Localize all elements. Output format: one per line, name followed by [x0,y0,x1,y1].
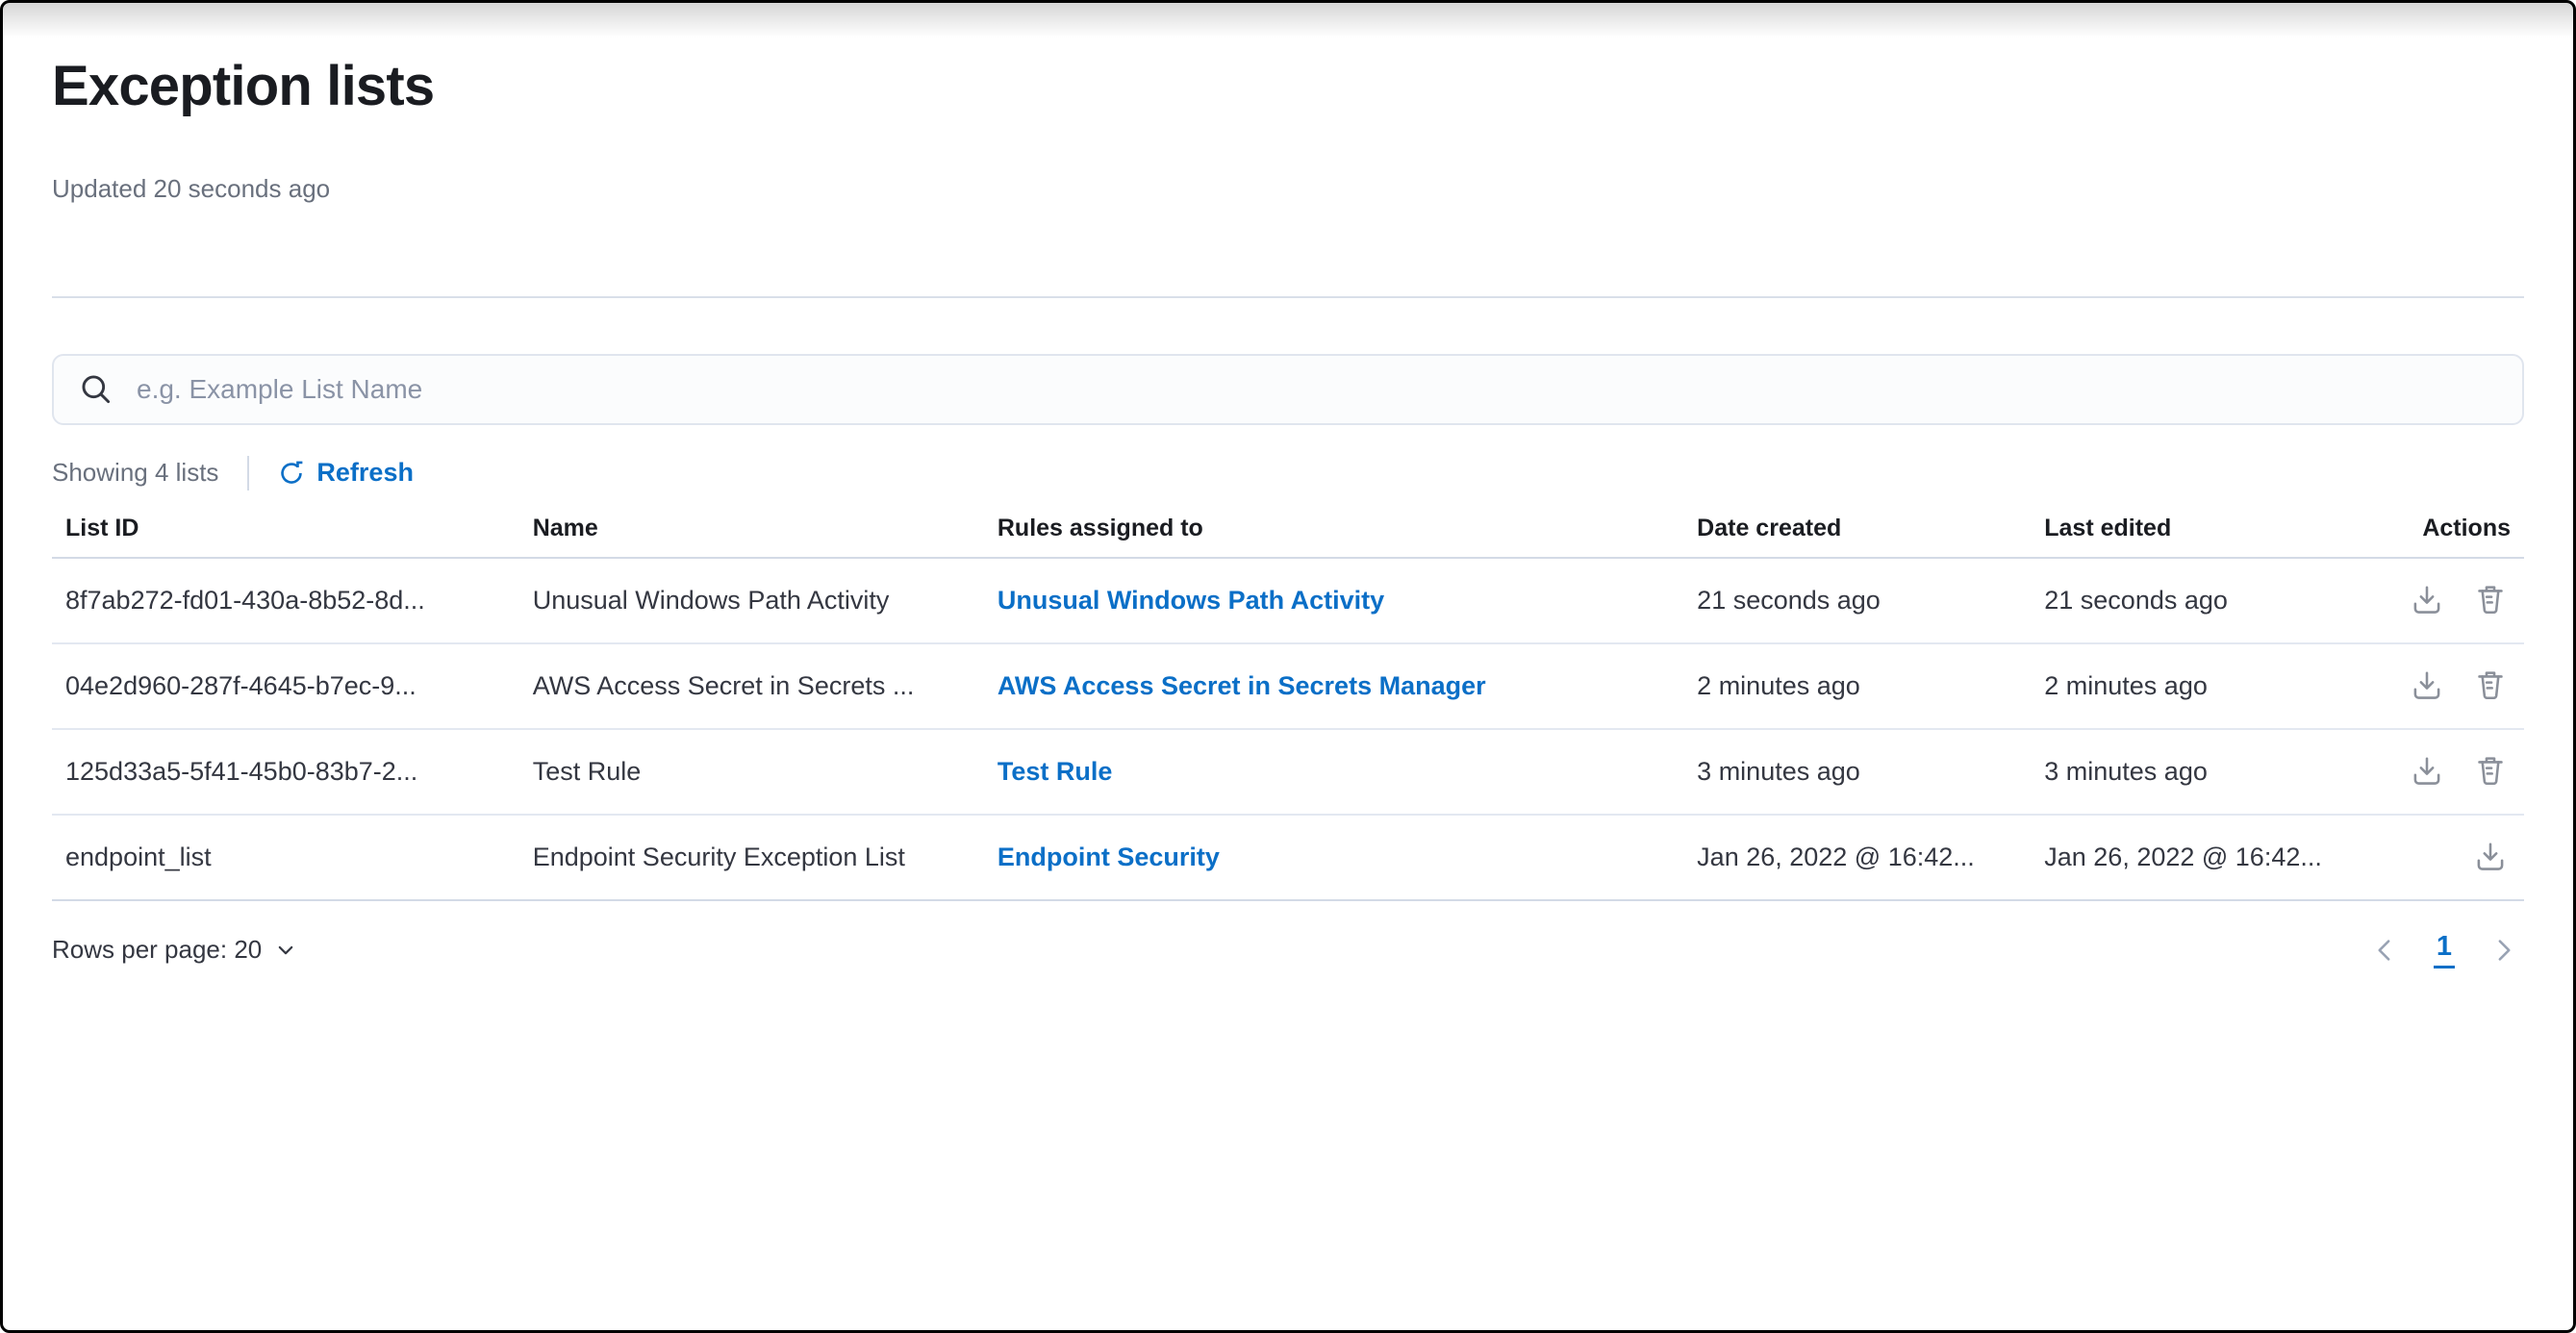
name-cell: AWS Access Secret in Secrets ... [519,643,984,729]
download-icon [2411,584,2443,616]
rows-per-page-label: Rows per page: 20 [52,935,262,965]
last-edited-cell: 3 minutes ago [2031,729,2378,815]
search-icon [79,372,114,407]
table-footer: Rows per page: 20 1 [52,930,2524,970]
last-edited-cell: 21 seconds ago [2031,558,2378,643]
actions-cell [2378,815,2524,900]
rule-link[interactable]: Endpoint Security [998,843,1220,871]
name-cell: Endpoint Security Exception List [519,815,984,900]
last-edited-cell: Jan 26, 2022 @ 16:42... [2031,815,2378,900]
page-title: Exception lists [52,3,2524,120]
chevron-down-icon [275,940,296,961]
name-cell: Unusual Windows Path Activity [519,558,984,643]
rule-link[interactable]: AWS Access Secret in Secrets Manager [998,671,1486,700]
list-id-cell: 04e2d960-287f-4645-b7ec-9... [52,643,519,729]
rules-assigned-cell: Endpoint Security [984,815,1683,900]
showing-count-label: Showing 4 lists [52,458,218,488]
column-header-rules-assigned: Rules assigned to [984,500,1683,558]
toolbar-divider [247,456,249,490]
list-id-cell: 125d33a5-5f41-45b0-83b7-2... [52,729,519,815]
column-header-last-edited: Last edited [2031,500,2378,558]
exception-lists-table: List ID Name Rules assigned to Date crea… [52,500,2524,901]
table-row: endpoint_list Endpoint Security Exceptio… [52,815,2524,900]
refresh-label: Refresh [316,458,414,488]
date-created-cell: 21 seconds ago [1683,558,2031,643]
list-toolbar: Showing 4 lists Refresh [52,454,2524,492]
download-icon [2474,841,2507,873]
download-icon [2411,669,2443,702]
updated-timestamp: Updated 20 seconds ago [52,174,2524,204]
column-header-name: Name [519,500,984,558]
rules-assigned-cell: Test Rule [984,729,1683,815]
download-icon [2411,755,2443,788]
date-created-cell: 2 minutes ago [1683,643,2031,729]
delete-list-button[interactable] [2470,666,2511,706]
actions-cell [2378,643,2524,729]
rule-link[interactable]: Unusual Windows Path Activity [998,586,1384,615]
next-page-button[interactable] [2484,930,2524,970]
page-number-button[interactable]: 1 [2434,931,2455,968]
delete-list-button[interactable] [2470,751,2511,792]
date-created-cell: Jan 26, 2022 @ 16:42... [1683,815,2031,900]
name-cell: Test Rule [519,729,984,815]
rule-link[interactable]: Test Rule [998,757,1113,786]
actions-cell [2378,558,2524,643]
delete-list-button[interactable] [2470,580,2511,620]
refresh-icon [278,460,305,487]
list-id-cell: 8f7ab272-fd01-430a-8b52-8d... [52,558,519,643]
actions-cell [2378,729,2524,815]
rules-assigned-cell: AWS Access Secret in Secrets Manager [984,643,1683,729]
export-list-button[interactable] [2407,580,2447,620]
search-bar [52,354,2524,425]
chevron-left-icon [2370,936,2399,965]
last-edited-cell: 2 minutes ago [2031,643,2378,729]
exception-lists-page: Exception lists Updated 20 seconds ago S… [3,3,2573,970]
export-list-button[interactable] [2407,666,2447,706]
search-input[interactable] [135,373,2497,406]
trash-icon [2474,584,2507,616]
export-list-button[interactable] [2470,837,2511,877]
export-list-button[interactable] [2407,751,2447,792]
trash-icon [2474,669,2507,702]
chevron-right-icon [2489,936,2518,965]
table-row: 8f7ab272-fd01-430a-8b52-8d... Unusual Wi… [52,558,2524,643]
header-divider [52,296,2524,298]
column-header-date-created: Date created [1683,500,2031,558]
table-header-row: List ID Name Rules assigned to Date crea… [52,500,2524,558]
table-body: 8f7ab272-fd01-430a-8b52-8d... Unusual Wi… [52,558,2524,900]
table-row: 125d33a5-5f41-45b0-83b7-2... Test Rule T… [52,729,2524,815]
table-row: 04e2d960-287f-4645-b7ec-9... AWS Access … [52,643,2524,729]
refresh-button[interactable]: Refresh [278,458,414,488]
rows-per-page-button[interactable]: Rows per page: 20 [52,935,296,965]
date-created-cell: 3 minutes ago [1683,729,2031,815]
column-header-actions: Actions [2378,500,2524,558]
previous-page-button[interactable] [2364,930,2405,970]
column-header-list-id: List ID [52,500,519,558]
rules-assigned-cell: Unusual Windows Path Activity [984,558,1683,643]
pagination: 1 [2364,930,2524,970]
trash-icon [2474,755,2507,788]
list-id-cell: endpoint_list [52,815,519,900]
